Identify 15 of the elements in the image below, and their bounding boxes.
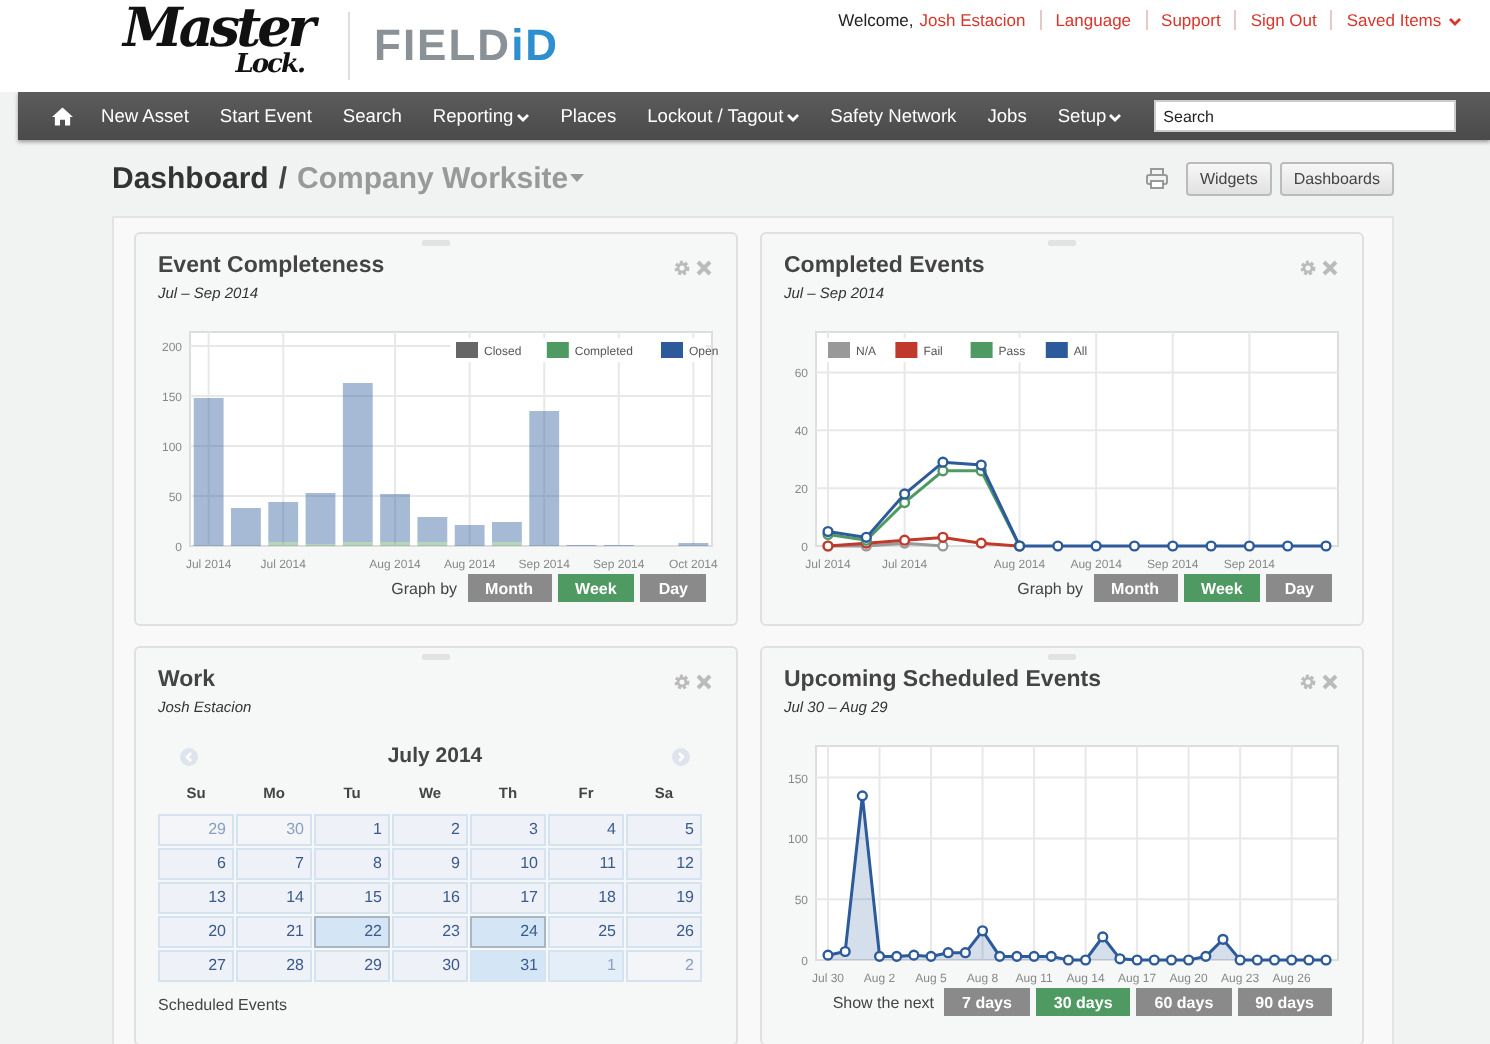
welcome-text: Welcome, xyxy=(838,10,914,30)
widget-title: Upcoming Scheduled Events xyxy=(784,668,1101,692)
logo-text: Master xyxy=(123,6,312,54)
widget-title: Completed Events xyxy=(784,254,985,278)
title-separator: / xyxy=(278,161,288,195)
range-label: Graph by xyxy=(391,579,458,597)
range-label: Show the next xyxy=(832,993,935,1011)
section-label: Scheduled Events xyxy=(158,996,289,1014)
widget-title: Work xyxy=(158,668,218,692)
page-title: Dashboard xyxy=(112,161,269,195)
range-label: Graph by xyxy=(1017,579,1084,597)
product-name: FIELDiD xyxy=(374,20,560,72)
calendar-month: July 2014 xyxy=(387,744,483,768)
widget-title: Event Completeness xyxy=(158,254,385,278)
logo-text: Lock. xyxy=(235,54,304,78)
